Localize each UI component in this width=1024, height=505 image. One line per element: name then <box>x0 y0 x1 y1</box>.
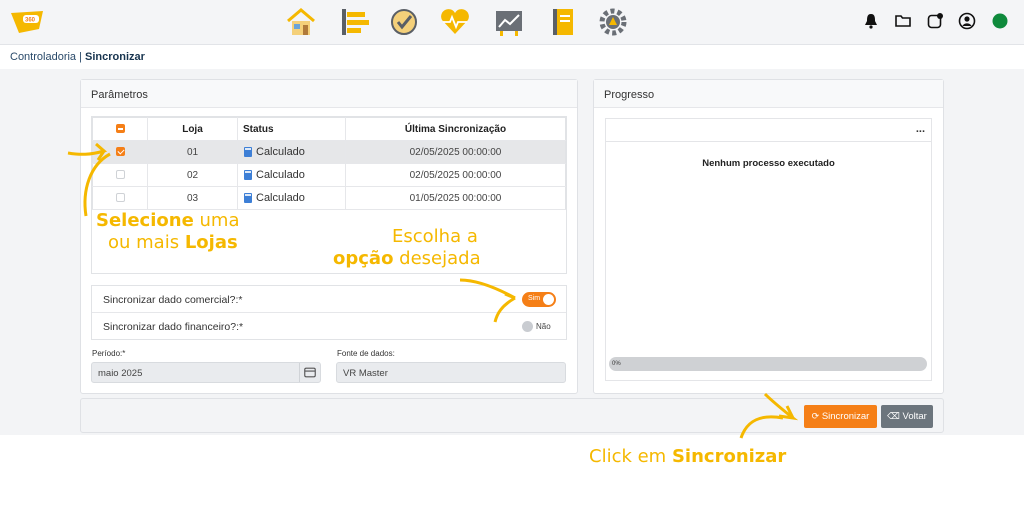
annotation-choose-option: Escolha a opção desejada <box>333 226 481 269</box>
table-row[interactable]: 02 Calculado 02/05/2025 00:00:00 <box>92 163 566 187</box>
breadcrumb-parent[interactable]: Controladoria <box>10 51 76 63</box>
notebook-icon[interactable] <box>546 6 580 38</box>
table-header-row: Loja Status Última Sincronização <box>92 117 566 141</box>
svg-text:360: 360 <box>25 18 36 24</box>
option-financeiro-label: Sincronizar dado financeiro?:* <box>103 321 244 333</box>
table-row[interactable]: 03 Calculado 01/05/2025 00:00:00 <box>92 186 566 210</box>
col-status[interactable]: Status <box>237 117 346 141</box>
back-button[interactable]: ⌫ Voltar <box>881 405 933 428</box>
sync-button-label: Sincronizar <box>821 411 870 422</box>
periodo-value: maio 2025 <box>98 368 143 379</box>
params-title: Parâmetros <box>81 80 577 108</box>
fonte-value: VR Master <box>343 368 388 379</box>
cell-status: Calculado <box>237 163 346 187</box>
cell-data: 02/05/2025 00:00:00 <box>345 163 566 187</box>
progress-title: Progresso <box>594 80 943 108</box>
progress-empty-message: Nenhum processo executado <box>702 158 835 169</box>
back-icon: ⌫ <box>887 411 900 421</box>
cell-loja: 01 <box>147 140 238 164</box>
periodo-input[interactable]: maio 2025 <box>91 362 321 383</box>
financeiro-toggle[interactable]: Não <box>520 319 554 334</box>
health-icon[interactable] <box>438 6 472 38</box>
breadcrumb-separator: | <box>76 51 86 63</box>
cell-status: Calculado <box>237 140 346 164</box>
stores-table: Loja Status Última Sincronização 01 Calc… <box>92 117 566 210</box>
select-all-checkbox[interactable] <box>115 124 125 134</box>
table-row[interactable]: 01 Calculado 02/05/2025 00:00:00 <box>92 140 566 164</box>
calendar-icon[interactable] <box>299 363 320 382</box>
breadcrumb-current: Sincronizar <box>85 51 145 63</box>
fonte-label: Fonte de dados: <box>337 349 395 358</box>
settings-icon[interactable] <box>596 6 630 38</box>
fonte-input[interactable]: VR Master <box>336 362 566 383</box>
tasks-icon[interactable] <box>338 6 372 38</box>
cell-loja: 03 <box>147 186 238 210</box>
app-logo[interactable]: 360 <box>9 9 47 35</box>
bell-icon[interactable] <box>862 12 880 30</box>
cell-status: Calculado <box>237 186 346 210</box>
periodo-label: Período:* <box>92 349 126 358</box>
option-comercial-label: Sincronizar dado comercial?:* <box>103 294 243 306</box>
arrow-annotation-3 <box>739 392 799 439</box>
progress-bar: 0% <box>609 357 927 371</box>
chart-icon[interactable] <box>492 6 526 38</box>
progress-content: ... Nenhum processo executado <box>605 118 932 381</box>
select-all-cell[interactable] <box>92 117 148 141</box>
home-icon[interactable] <box>284 6 318 38</box>
calculator-icon <box>244 193 252 204</box>
calculator-icon <box>244 147 252 158</box>
user-icon[interactable] <box>958 12 976 30</box>
col-loja[interactable]: Loja <box>147 117 238 141</box>
breadcrumb: Controladoria | Sincronizar <box>10 51 145 63</box>
cell-data: 02/05/2025 00:00:00 <box>345 140 566 164</box>
top-navbar: 360 <box>0 0 1024 45</box>
annotation-click-sync: Click em Sincronizar <box>589 446 787 467</box>
comercial-toggle[interactable]: Sim <box>522 292 556 307</box>
cell-data: 01/05/2025 00:00:00 <box>345 186 566 210</box>
progress-menu[interactable]: ... <box>606 119 931 142</box>
arrow-annotation-1 <box>67 142 111 217</box>
back-button-label: Voltar <box>902 411 927 422</box>
arrow-annotation-2 <box>459 278 516 323</box>
col-ultima-sinc[interactable]: Última Sincronização <box>345 117 566 141</box>
status-dot-icon[interactable] <box>991 12 1009 30</box>
notification-icon[interactable] <box>926 12 944 30</box>
folder-icon[interactable] <box>894 12 912 30</box>
calculator-icon <box>244 170 252 181</box>
check-icon[interactable] <box>387 6 421 38</box>
progress-bar-text: 0% <box>612 361 621 367</box>
cell-loja: 02 <box>147 163 238 187</box>
annotation-select-stores: Selecione uma ou mais Lojas <box>96 210 240 253</box>
